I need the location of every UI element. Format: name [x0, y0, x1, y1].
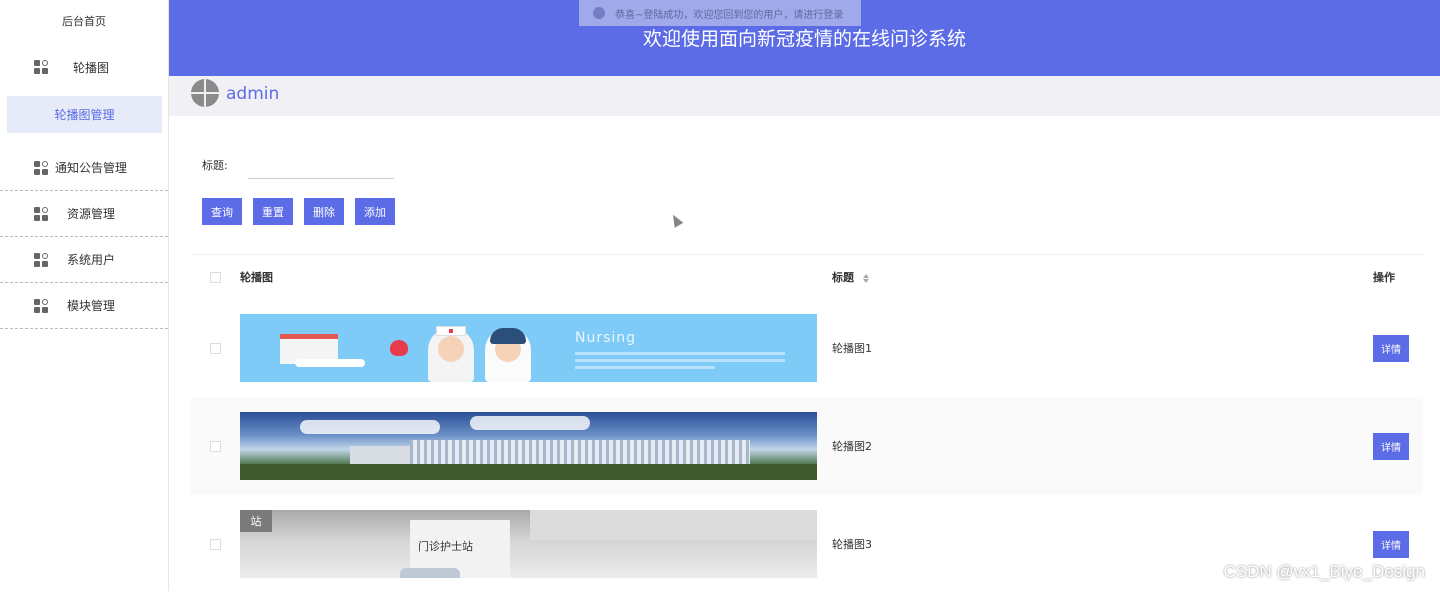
row-checkbox[interactable]: [210, 539, 221, 550]
sidebar-item-notice[interactable]: 通知公告管理: [0, 145, 168, 191]
row-title: 轮播图2: [832, 438, 1373, 454]
toast-message: 恭喜~登陆成功，欢迎您回到您的用户，请进行登录: [615, 6, 843, 21]
grid-icon: [34, 207, 48, 221]
sidebar-item-resources[interactable]: 资源管理: [0, 191, 168, 237]
reset-button[interactable]: 重置: [253, 198, 293, 225]
banner-image-hospital: [240, 412, 817, 480]
row-checkbox[interactable]: [210, 343, 221, 354]
watermark: CSDN @vx1_Biye_Design: [1223, 562, 1425, 582]
heart-graphic: [390, 340, 408, 356]
table-row: 轮播图2 详情: [191, 397, 1423, 495]
toolbar: 查询 重置 删除 添加: [202, 198, 395, 225]
nurse-face: [438, 336, 464, 362]
pill-graphic: [295, 359, 365, 367]
username[interactable]: admin: [226, 84, 279, 104]
banner-line: [575, 366, 715, 369]
login-toast: 恭喜~登陆成功，欢迎您回到您的用户，请进行登录: [579, 0, 861, 26]
trees: [240, 464, 817, 480]
header: 恭喜~登陆成功，欢迎您回到您的用户，请进行登录 欢迎使用面向新冠疫情的在线问诊系…: [169, 0, 1440, 76]
page-title: 欢迎使用面向新冠疫情的在线问诊系统: [169, 24, 1440, 51]
sidebar-home[interactable]: 后台首页: [0, 0, 168, 44]
sidebar-item-label: 轮播图: [73, 59, 109, 76]
sidebar: 后台首页 轮播图 轮播图管理 通知公告管理 资源管理 系统用户 模块管理: [0, 0, 169, 591]
header-title-label: 标题: [832, 271, 854, 284]
sidebar-item-system-users[interactable]: 系统用户: [0, 237, 168, 283]
user-bar: admin: [169, 76, 1440, 116]
desk: [400, 568, 460, 578]
avatar[interactable]: [191, 79, 219, 107]
carousel-table: 轮播图 标题 操作 Nursi: [191, 254, 1423, 593]
sidebar-item-label: 模块管理: [67, 297, 115, 314]
sidebar-item-label: 系统用户: [67, 251, 115, 268]
main-content: 标题: 查询 重置 删除 添加 轮播图 标题 操作: [175, 122, 1440, 591]
banner-line: [575, 352, 785, 355]
sidebar-item-label: 资源管理: [67, 205, 115, 222]
header-title[interactable]: 标题: [832, 269, 1373, 285]
sidebar-subitem-carousel-manage[interactable]: 轮播图管理: [7, 96, 162, 133]
station-sign: 站: [240, 510, 272, 532]
row-title: 轮播图1: [832, 340, 1373, 356]
grid-icon: [34, 299, 48, 313]
row-title: 轮播图3: [832, 536, 1373, 552]
detail-button[interactable]: 详情: [1373, 531, 1409, 558]
grid-icon: [34, 60, 48, 74]
ceiling: [530, 510, 817, 540]
station-label: 门诊护士站: [418, 538, 473, 554]
building-windows: [410, 440, 750, 466]
row-checkbox[interactable]: [210, 441, 221, 452]
doctor-hair: [490, 328, 526, 344]
sidebar-item-label: 通知公告管理: [55, 159, 127, 176]
table-header: 轮播图 标题 操作: [191, 255, 1423, 299]
search-label: 标题:: [202, 157, 228, 173]
cloud: [300, 420, 440, 434]
header-op: 操作: [1373, 269, 1423, 285]
nurse-cap: [436, 326, 466, 336]
add-button[interactable]: 添加: [355, 198, 395, 225]
delete-button[interactable]: 删除: [304, 198, 344, 225]
detail-button[interactable]: 详情: [1373, 335, 1409, 362]
banner-image-nursing: Nursing: [240, 314, 817, 382]
detail-button[interactable]: 详情: [1373, 433, 1409, 460]
banner-image-nurse-station: 站 门诊护士站: [240, 510, 817, 578]
sidebar-item-modules[interactable]: 模块管理: [0, 283, 168, 329]
title-search-input[interactable]: [248, 149, 394, 179]
banner-text: Nursing: [575, 330, 636, 346]
check-circle-icon: [593, 7, 605, 19]
grid-icon: [34, 161, 48, 175]
table-row: Nursing 轮播图1 详情: [191, 299, 1423, 397]
query-button[interactable]: 查询: [202, 198, 242, 225]
sort-icon[interactable]: [863, 274, 869, 283]
grid-icon: [34, 253, 48, 267]
cloud: [470, 416, 590, 430]
banner-line: [575, 359, 785, 362]
sidebar-item-carousel[interactable]: 轮播图: [0, 44, 168, 90]
select-all-checkbox[interactable]: [210, 272, 221, 283]
header-image: 轮播图: [240, 269, 832, 285]
